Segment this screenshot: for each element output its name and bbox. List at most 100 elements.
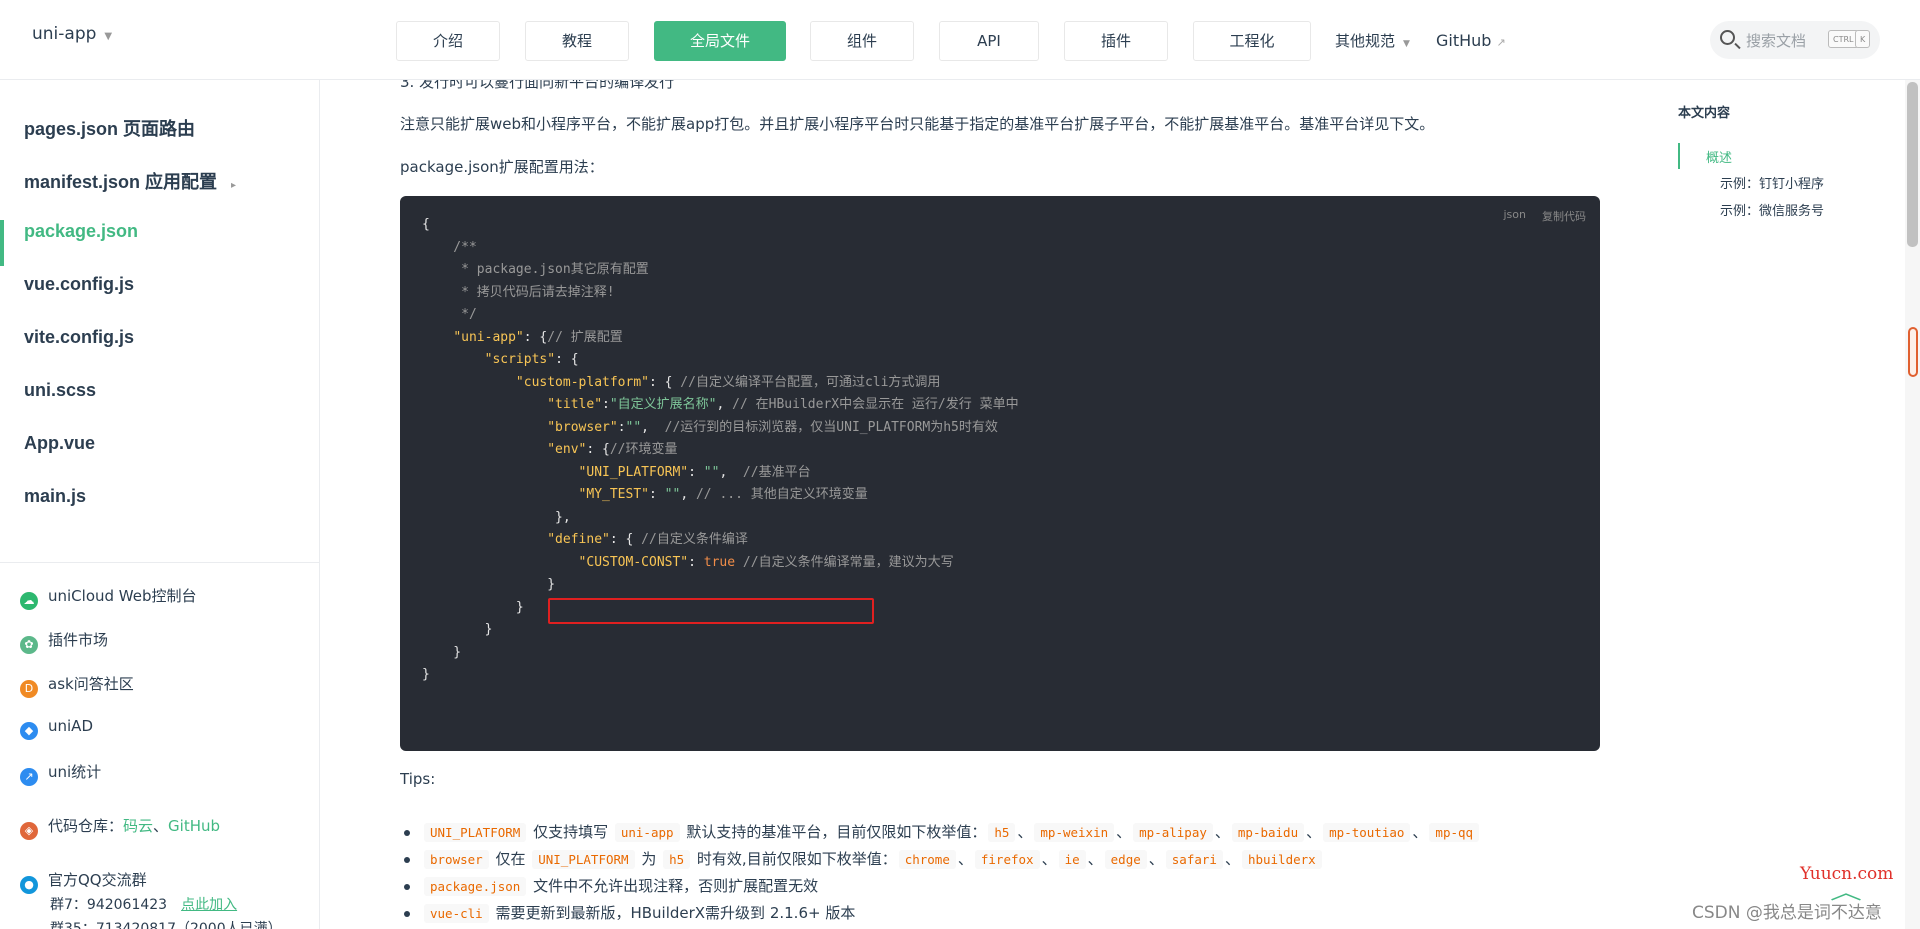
code-key: "MY_TEST" <box>578 487 649 502</box>
gitee-link[interactable]: 码云 <box>123 817 153 835</box>
inline-code: uni-app <box>614 823 680 842</box>
nav-components[interactable]: 组件 <box>810 21 914 61</box>
tip-text: 仅支持填写 <box>528 823 613 841</box>
inline-code: browser <box>424 850 489 869</box>
scrollbar-thumb[interactable] <box>1907 82 1918 247</box>
code-comment: */ <box>422 307 477 322</box>
code-token: { <box>422 217 430 232</box>
code-token: , <box>641 419 665 435</box>
tip-text: 文件中不允许出现注释，否则扩展配置无效 <box>528 877 819 895</box>
qq-group-35: 群35：713420817（2000人已满） <box>50 921 282 929</box>
inline-code: package.json <box>424 877 527 896</box>
separator: 、 <box>1087 850 1103 868</box>
code-key: "browser" <box>547 419 618 435</box>
nav-global-files[interactable]: 全局文件 <box>654 21 786 61</box>
tip-text: 默认支持的基准平台，目前仅限如下枚举值： <box>681 823 987 841</box>
code-comment: /** <box>422 239 477 255</box>
inline-code: mp-toutiao <box>1323 823 1411 842</box>
code-string: "" <box>625 419 642 435</box>
link-unicloud-console[interactable]: ☁ uniCloud Web控制台 <box>20 585 197 610</box>
code-language-label: json <box>1503 208 1527 221</box>
code-repo-row: ◈ 代码仓库：码云、GitHub <box>20 815 220 840</box>
sidebar-item-manifest-json[interactable]: manifest.json 应用配置 ▸ <box>24 168 236 194</box>
code-token: : <box>649 487 665 502</box>
code-key: "custom-platform" <box>515 374 649 390</box>
tips-list: UNI_PLATFORM 仅支持填写 uni-app 默认支持的基准平台，目前仅… <box>400 819 1481 927</box>
code-comment: * package.json其它原有配置 <box>422 262 649 277</box>
github-repo-link[interactable]: GitHub <box>168 817 220 835</box>
nav-engineering[interactable]: 工程化 <box>1193 21 1311 61</box>
ad-icon: ◆ <box>20 722 38 740</box>
inline-code: chrome <box>898 850 956 869</box>
code-key: "scripts" <box>484 352 556 367</box>
nav-github-link[interactable]: GitHub ↗ <box>1436 21 1506 61</box>
link-plugin-market[interactable]: ✿ 插件市场 <box>20 629 108 654</box>
note-paragraph: 注意只能扩展web和小程序平台，不能扩展app打包。并且扩展小程序平台时只能基于… <box>400 115 1435 133</box>
copy-code-button[interactable]: 复制代码 <box>1542 208 1586 224</box>
sidebar-divider <box>0 562 319 563</box>
link-uni-stats[interactable]: ↗ uni统计 <box>20 761 101 786</box>
inline-code: edge <box>1104 850 1147 869</box>
brand-label: uni-app <box>32 24 97 44</box>
inline-code: h5 <box>663 850 691 869</box>
code-token: : <box>688 554 704 570</box>
code-comment: //环境变量 <box>609 442 678 457</box>
code-string: "" <box>664 487 681 502</box>
link-ask-community[interactable]: Dask问答社区 <box>20 673 134 698</box>
code-token: , <box>716 397 733 412</box>
qq-group-title: ● 官方QQ交流群 <box>20 869 147 894</box>
inline-code: safari <box>1165 850 1223 869</box>
sidebar-item-uni-scss[interactable]: uni.scss <box>24 380 96 401</box>
sidebar: pages.json 页面路由 manifest.json 应用配置 ▸ pack… <box>0 80 320 929</box>
code-comment: // 在HBuilderX中会显示在 运行/发行 菜单中 <box>732 397 1019 412</box>
code-key: "UNI_PLATFORM" <box>578 464 689 480</box>
sidebar-item-pages-json[interactable]: pages.json 页面路由 <box>24 115 195 141</box>
link-label: uniCloud Web控制台 <box>48 587 197 605</box>
inline-code: mp-alipay <box>1133 823 1213 842</box>
list-item: vue-cli 需要更新到最新版，HBuilderX需升级到 2.1.6+ 版本 <box>400 900 1481 927</box>
toc-item-dingtalk[interactable]: 示例：钉钉小程序 <box>1720 173 1824 192</box>
toc-active-indicator <box>1678 143 1680 169</box>
search-box[interactable]: CTRL K <box>1710 21 1880 59</box>
nav-other-specs[interactable]: 其他规范 ▼ <box>1335 21 1410 61</box>
sidebar-item-main-js[interactable]: main.js <box>24 486 86 507</box>
sidebar-item-app-vue[interactable]: App.vue <box>24 433 95 454</box>
top-navbar: uni-app ▼ 介绍 教程 全局文件 组件 API 插件 工程化 其他规范 ▼ … <box>0 0 1920 80</box>
inline-code: ie <box>1058 850 1086 869</box>
search-icon <box>1720 30 1735 45</box>
code-comment: // ... 其他自定义环境变量 <box>695 487 868 502</box>
code-token: : { <box>648 374 681 390</box>
code-comment: // 扩展配置 <box>547 329 623 345</box>
active-indicator <box>0 220 4 266</box>
sidebar-item-package-json[interactable]: package.json <box>24 221 138 242</box>
sidebar-item-vite-config[interactable]: vite.config.js <box>24 327 134 348</box>
nav-tutorial[interactable]: 教程 <box>525 21 629 61</box>
code-string: "自定义扩展名称" <box>609 397 717 412</box>
link-uniad[interactable]: ◆ uniAD <box>20 717 93 740</box>
separator: 、 <box>1041 850 1057 868</box>
code-comment: //运行到的目标浏览器，仅当UNI_PLATFORM为h5时有效 <box>664 419 998 435</box>
nav-api[interactable]: API <box>939 21 1039 61</box>
search-input[interactable] <box>1744 27 1828 55</box>
ctrl-key-hint: CTRL <box>1828 30 1859 48</box>
scroll-position-marker <box>1908 327 1918 377</box>
code-token: } <box>422 622 493 637</box>
brand-dropdown[interactable]: uni-app ▼ <box>32 24 112 44</box>
sidebar-item-vue-config[interactable]: vue.config.js <box>24 274 134 295</box>
page-scrollbar[interactable] <box>1905 80 1920 929</box>
toc-item-overview[interactable]: 概述 <box>1706 147 1732 166</box>
watermark-credit: CSDN @我总是词不达意 <box>1692 903 1882 923</box>
inline-code: h5 <box>988 823 1016 842</box>
code-comment: //基准平台 <box>742 464 811 480</box>
join-group-link[interactable]: 点此加入 <box>181 897 237 913</box>
code-key: "uni-app" <box>453 329 524 345</box>
list-item: browser 仅在 UNI_PLATFORM 为 h5 时有效,目前仅限如下枚… <box>400 846 1481 873</box>
nav-plugins[interactable]: 插件 <box>1064 21 1168 61</box>
toc-item-wechat[interactable]: 示例：微信服务号 <box>1720 200 1824 219</box>
link-label: uni统计 <box>48 763 102 781</box>
separator: 、 <box>1306 823 1322 841</box>
code-comment: * 拷贝代码后请去掉注释! <box>422 284 615 300</box>
caret-down-icon: ▼ <box>1403 39 1410 49</box>
separator: 、 <box>1214 823 1230 841</box>
nav-intro[interactable]: 介绍 <box>396 21 500 61</box>
